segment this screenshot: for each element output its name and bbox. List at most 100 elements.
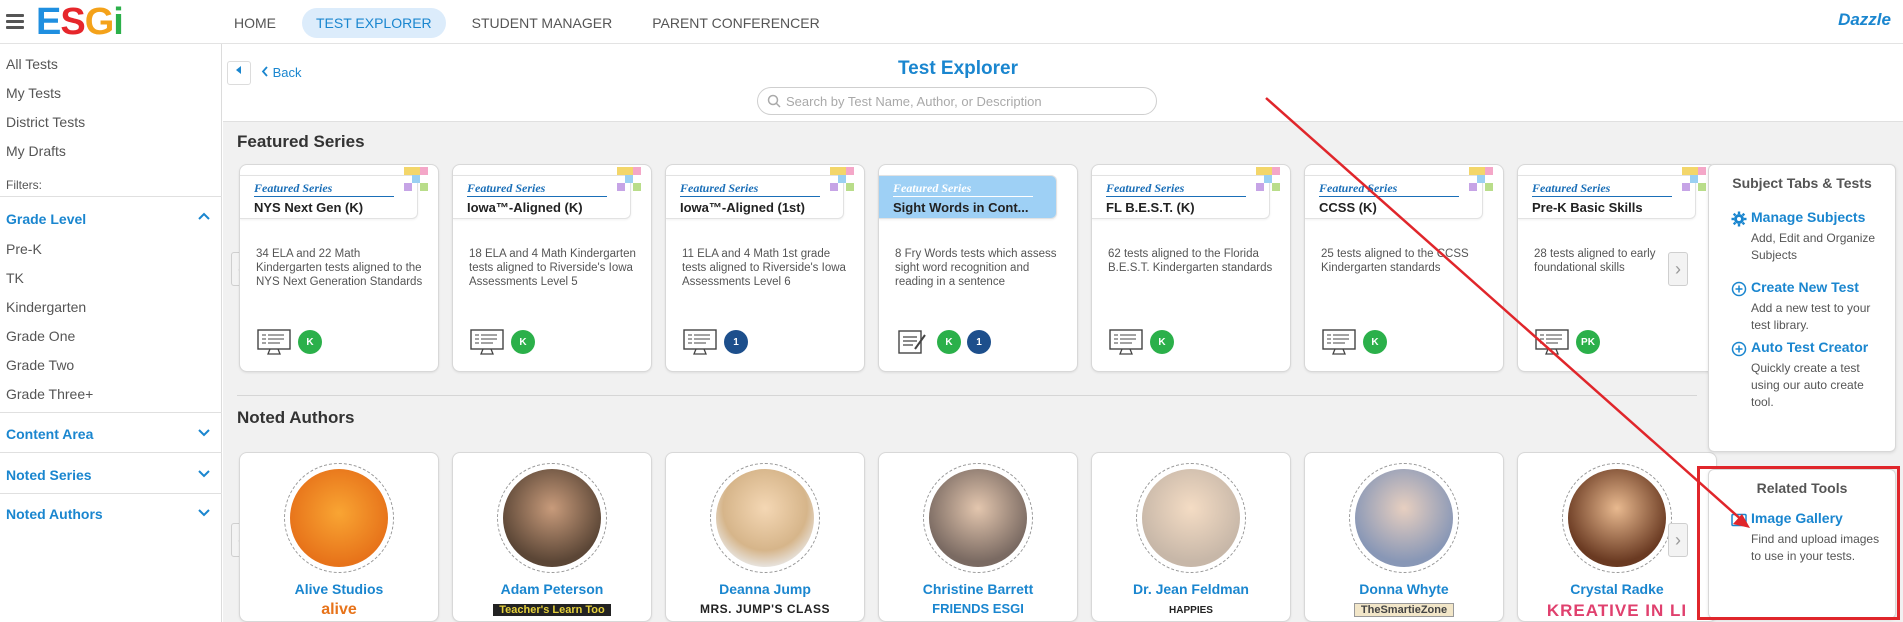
avatar-ring	[1349, 463, 1459, 573]
filter-grade-level-label: Grade Level	[6, 211, 87, 227]
series-description: 34 ELA and 22 Math Kindergarten tests al…	[256, 248, 423, 288]
series-card[interactable]: Featured Series Sight Words in Cont... 8 F…	[878, 164, 1078, 372]
featured-next-button[interactable]: ›	[1668, 252, 1688, 286]
author-logo-text: MRS. JUMP'S CLASS	[699, 602, 831, 616]
chevron-down-icon	[198, 426, 210, 440]
author-card[interactable]: Christine Barrett FRIENDS ESGI	[878, 452, 1078, 622]
series-tag: Featured Series NYS Next Gen (K)	[240, 175, 418, 219]
tag-underline	[254, 196, 394, 197]
author-logo-text: HAPPIES	[1169, 605, 1213, 616]
grade-option-kindergarten[interactable]: Kindergarten	[6, 299, 86, 315]
top-bar: ESGi HOME TEST EXPLORER STUDENT MANAGER …	[0, 0, 1903, 44]
manage-subjects-item: Manage Subjects Add, Edit and Organize S…	[1731, 209, 1881, 269]
filter-noted-authors[interactable]: Noted Authors	[6, 506, 210, 522]
series-tag: Featured Series CCSS (K)	[1305, 175, 1483, 219]
nav-parent-conferencer[interactable]: PARENT CONFERENCER	[638, 8, 834, 38]
search-input[interactable]: Search by Test Name, Author, or Descript…	[757, 87, 1157, 115]
series-card[interactable]: Featured Series CCSS (K) 25 tests aligned …	[1304, 164, 1504, 372]
series-meta: 1	[682, 327, 748, 357]
grade-option-tk[interactable]: TK	[6, 270, 24, 286]
search-placeholder: Search by Test Name, Author, or Descript…	[786, 94, 1042, 109]
featured-series-label: Featured Series	[467, 181, 546, 195]
manage-subjects-link[interactable]: Manage Subjects	[1751, 209, 1865, 225]
author-card[interactable]: Alive Studios alive	[239, 452, 439, 622]
series-name: FL B.E.S.T. (K)	[1106, 200, 1195, 215]
featured-series-title: Featured Series	[237, 132, 365, 151]
filter-noted-series[interactable]: Noted Series	[6, 467, 210, 483]
series-name: Pre-K Basic Skills	[1532, 200, 1643, 215]
author-card[interactable]: Adam Peterson Teacher's Learn Too	[452, 452, 652, 622]
author-avatar	[290, 469, 388, 567]
avatar-ring	[1562, 463, 1672, 573]
tag-underline	[1106, 196, 1246, 197]
series-tag: Featured Series Iowa™-Aligned (1st)	[666, 175, 844, 219]
author-logo: KREATIVE IN LI	[1518, 601, 1716, 621]
series-card[interactable]: Featured Series Iowa™-Aligned (1st) 11 ELA…	[665, 164, 865, 372]
subject-tabs-title: Subject Tabs & Tests	[1732, 175, 1872, 191]
filter-grade-level[interactable]: Grade Level	[6, 211, 210, 227]
grade-option-grade-three-plus[interactable]: Grade Three+	[6, 386, 93, 402]
grade-badge: K	[1363, 330, 1387, 354]
author-avatar	[1568, 469, 1666, 567]
author-name: Alive Studios	[294, 581, 384, 597]
filter-content-area-label: Content Area	[6, 426, 94, 442]
main-content: Back Test Explorer Search by Test Name, …	[223, 44, 1903, 622]
author-logo-text: FRIENDS ESGI	[932, 601, 1024, 616]
grade-badge: 1	[967, 330, 991, 354]
author-card[interactable]: Donna Whyte TheSmartieZone	[1304, 452, 1504, 622]
series-card[interactable]: Featured Series NYS Next Gen (K) 34 ELA an…	[239, 164, 439, 372]
dazzle-logo[interactable]: Dazzle	[1838, 10, 1891, 30]
series-name: Sight Words in Cont...	[893, 200, 1029, 215]
auto-test-creator-item: Auto Test Creator Quickly create a test …	[1731, 339, 1881, 419]
hamburger-menu-icon[interactable]	[6, 14, 24, 30]
series-tag: Featured Series FL B.E.S.T. (K)	[1092, 175, 1270, 219]
divider	[0, 196, 222, 197]
filter-content-area[interactable]: Content Area	[6, 426, 210, 442]
author-card[interactable]: Deanna Jump MRS. JUMP'S CLASS	[665, 452, 865, 622]
plus-circle-icon	[1731, 281, 1747, 297]
featured-series-label: Featured Series	[1532, 181, 1611, 195]
nav-student-manager[interactable]: STUDENT MANAGER	[458, 8, 627, 38]
series-card[interactable]: Featured Series Iowa™-Aligned (K) 18 ELA a…	[452, 164, 652, 372]
tag-underline	[893, 196, 1033, 197]
authors-next-button[interactable]: ›	[1668, 523, 1688, 557]
author-card[interactable]: Dr. Jean Feldman HAPPIES	[1091, 452, 1291, 622]
author-name: Christine Barrett	[922, 581, 1034, 597]
series-description: 62 tests aligned to the Florida B.E.S.T.…	[1108, 248, 1273, 274]
avatar-ring	[923, 463, 1033, 573]
series-meta: K	[1108, 327, 1174, 357]
author-logo-text: KREATIVE IN LI	[1546, 601, 1688, 620]
series-card[interactable]: Featured Series FL B.E.S.T. (K) 62 tests a…	[1091, 164, 1291, 372]
page-header: Back Test Explorer Search by Test Name, …	[223, 44, 1903, 122]
series-description: 18 ELA and 4 Math Kindergarten tests ali…	[469, 248, 636, 288]
computer-screen-icon	[683, 329, 717, 355]
series-name: Iowa™-Aligned (1st)	[680, 200, 805, 215]
nav-test-explorer[interactable]: TEST EXPLORER	[302, 8, 446, 38]
author-name: Dr. Jean Feldman	[1133, 581, 1249, 597]
create-new-test-link[interactable]: Create New Test	[1751, 279, 1859, 295]
quilt-decoration-icon	[404, 167, 432, 197]
esgi-logo[interactable]: ESGi	[36, 2, 124, 42]
featured-series-label: Featured Series	[893, 181, 972, 195]
sidebar-item-my-drafts[interactable]: My Drafts	[6, 143, 66, 159]
gear-icon	[1731, 211, 1747, 227]
author-avatar	[716, 469, 814, 567]
author-avatar	[929, 469, 1027, 567]
quilt-decoration-icon	[1682, 167, 1710, 197]
grade-option-pre-k[interactable]: Pre-K	[6, 241, 42, 257]
sidebar-item-all-tests[interactable]: All Tests	[6, 56, 58, 72]
grade-badge: K	[937, 330, 961, 354]
author-name: Deanna Jump	[719, 581, 811, 597]
auto-test-creator-link[interactable]: Auto Test Creator	[1751, 339, 1868, 355]
manage-subjects-desc: Add, Edit and Organize Subjects	[1751, 231, 1876, 262]
sidebar-item-district-tests[interactable]: District Tests	[6, 114, 85, 130]
computer-screen-icon	[1535, 329, 1569, 355]
avatar-ring	[497, 463, 607, 573]
grade-option-grade-one[interactable]: Grade One	[6, 328, 75, 344]
series-meta: K	[256, 327, 322, 357]
sidebar-item-my-tests[interactable]: My Tests	[6, 85, 61, 101]
grade-option-grade-two[interactable]: Grade Two	[6, 357, 74, 373]
divider	[0, 493, 222, 494]
create-new-test-item: Create New Test Add a new test to your t…	[1731, 279, 1881, 339]
nav-home[interactable]: HOME	[220, 8, 290, 38]
